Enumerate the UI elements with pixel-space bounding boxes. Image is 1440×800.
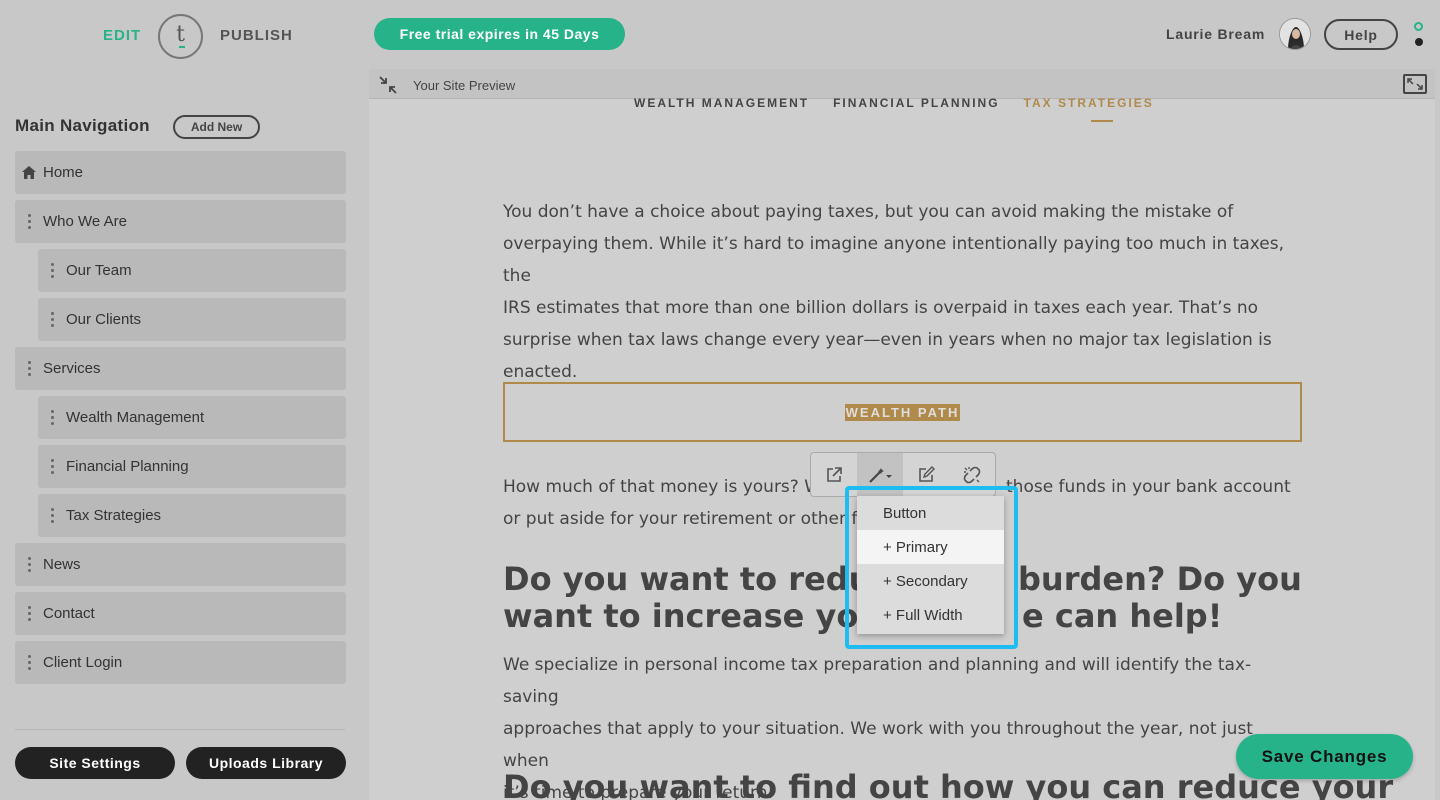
sidebar-item-client-login[interactable]: Client Login [15, 641, 346, 684]
sidebar-item-label: Contact [43, 605, 95, 622]
menu-item-secondary[interactable]: + Secondary [857, 564, 1004, 598]
drag-handle-icon[interactable] [38, 508, 66, 523]
uploads-library-button[interactable]: Uploads Library [186, 747, 346, 779]
help-button[interactable]: Help [1324, 19, 1398, 50]
site-nav-financial-planning[interactable]: FINANCIAL PLANNING [833, 96, 999, 110]
menu-item-primary[interactable]: + Primary [857, 530, 1004, 564]
top-bar: EDIT t PUBLISH Free trial expires in 45 … [0, 0, 1440, 70]
drag-handle-icon[interactable] [38, 263, 66, 278]
button-style-menu: Button + Primary + Secondary + Full Widt… [857, 496, 1004, 634]
home-icon [15, 166, 43, 179]
menu-item-full-width[interactable]: + Full Width [857, 598, 1004, 632]
logo-letter: t [176, 22, 185, 47]
sidebar-item-label: Our Team [66, 262, 132, 279]
sidebar-item-tax-strategies[interactable]: Tax Strategies [38, 494, 346, 537]
external-link-icon [827, 466, 842, 482]
sidebar-item-home[interactable]: Home [15, 151, 346, 194]
logo-accent [179, 46, 185, 48]
sidebar-item-label: News [43, 556, 81, 573]
sidebar-item-label: Who We Are [43, 213, 127, 230]
drag-handle-icon[interactable] [15, 557, 43, 572]
site-nav-wealth-management[interactable]: WEALTH MANAGEMENT [634, 96, 809, 110]
active-nav-underline [1091, 120, 1113, 122]
sidebar-item-label: Services [43, 360, 101, 377]
edit-mode-tab[interactable]: EDIT [103, 27, 141, 44]
sidebar-item-label: Tax Strategies [66, 507, 162, 524]
heading-text: want to increase your [503, 597, 897, 635]
sidebar-item-financial-planning[interactable]: Financial Planning [38, 445, 346, 488]
sidebar-item-label: Wealth Management [66, 409, 205, 426]
cta-label: WEALTH PATH [844, 403, 961, 421]
drag-handle-icon[interactable] [38, 459, 66, 474]
magic-wand-icon [869, 467, 892, 483]
save-changes-button[interactable]: Save Changes [1236, 734, 1413, 779]
sidebar-item-who-we-are[interactable]: Who We Are [15, 200, 346, 243]
main-navigation-title: Main Navigation [15, 116, 150, 135]
sidebar-item-label: Our Clients [66, 311, 142, 328]
site-preview[interactable]: Your Site Preview WEALTH MANAGEMENT FINA… [369, 69, 1435, 800]
sidebar-item-label: Home [43, 164, 84, 181]
section-heading-2: Do you want to find out how you can redu… [503, 768, 1394, 800]
paragraph-line: We specialize in personal income tax pre… [503, 655, 1252, 707]
sidebar-item-our-clients[interactable]: Our Clients [38, 298, 346, 341]
edit-icon [919, 465, 935, 482]
paragraph-text: those funds in your bank account [1006, 477, 1291, 497]
site-nav-tax-strategies[interactable]: TAX STRATEGIES [1024, 96, 1154, 110]
sidebar-divider [15, 729, 345, 730]
paragraph-line: overpaying them. While it’s hard to imag… [503, 234, 1284, 286]
drag-handle-icon[interactable] [38, 312, 66, 327]
paragraph-text: How much of that money is yours? W [503, 477, 822, 497]
user-avatar-icon [1280, 19, 1310, 49]
publish-mode-tab[interactable]: PUBLISH [220, 27, 293, 44]
intro-paragraph: You don’t have a choice about paying tax… [503, 196, 1303, 388]
avatar[interactable] [1279, 18, 1311, 50]
trial-badge[interactable]: Free trial expires in 45 Days [374, 18, 625, 50]
collapse-icon[interactable] [378, 75, 398, 95]
status-indicator [1414, 22, 1424, 48]
sidebar-item-label: Client Login [43, 654, 123, 671]
mode-toggle-logo[interactable]: t [158, 14, 203, 59]
sidebar-item-wealth-management[interactable]: Wealth Management [38, 396, 346, 439]
sidebar-item-services[interactable]: Services [15, 347, 346, 390]
heading-text: burden? Do you [1018, 560, 1302, 598]
site-nav: WEALTH MANAGEMENT FINANCIAL PLANNING TAX… [634, 96, 1154, 110]
user-name[interactable]: Laurie Bream [1166, 26, 1265, 42]
add-new-button[interactable]: Add New [173, 115, 260, 139]
drag-handle-icon[interactable] [38, 410, 66, 425]
drag-handle-icon[interactable] [15, 655, 43, 670]
site-settings-button[interactable]: Site Settings [15, 747, 175, 779]
drag-handle-icon[interactable] [15, 606, 43, 621]
sidebar-item-contact[interactable]: Contact [15, 592, 346, 635]
heading-text: e can help! [1022, 597, 1223, 635]
fullscreen-icon[interactable] [1403, 74, 1427, 94]
wealth-path-button[interactable]: WEALTH PATH [503, 382, 1302, 442]
status-dot [1415, 38, 1423, 46]
paragraph-line: You don’t have a choice about paying tax… [503, 202, 1234, 222]
paragraph-line: IRS estimates that more than one billion… [503, 298, 1259, 318]
sidebar-item-label: Financial Planning [66, 458, 189, 475]
sidebar-item-news[interactable]: News [15, 543, 346, 586]
paragraph-line: surprise when tax laws change every year… [503, 330, 1272, 350]
drag-handle-icon[interactable] [15, 214, 43, 229]
unlink-icon [963, 466, 981, 483]
sidebar-item-our-team[interactable]: Our Team [38, 249, 346, 292]
sidebar: Main Navigation Add New Home Who We Are … [0, 70, 360, 800]
menu-item-button[interactable]: Button [857, 496, 1004, 530]
drag-handle-icon[interactable] [15, 361, 43, 376]
preview-header: Your Site Preview [369, 69, 1435, 99]
status-online-dot [1414, 22, 1423, 31]
preview-title: Your Site Preview [413, 78, 516, 93]
